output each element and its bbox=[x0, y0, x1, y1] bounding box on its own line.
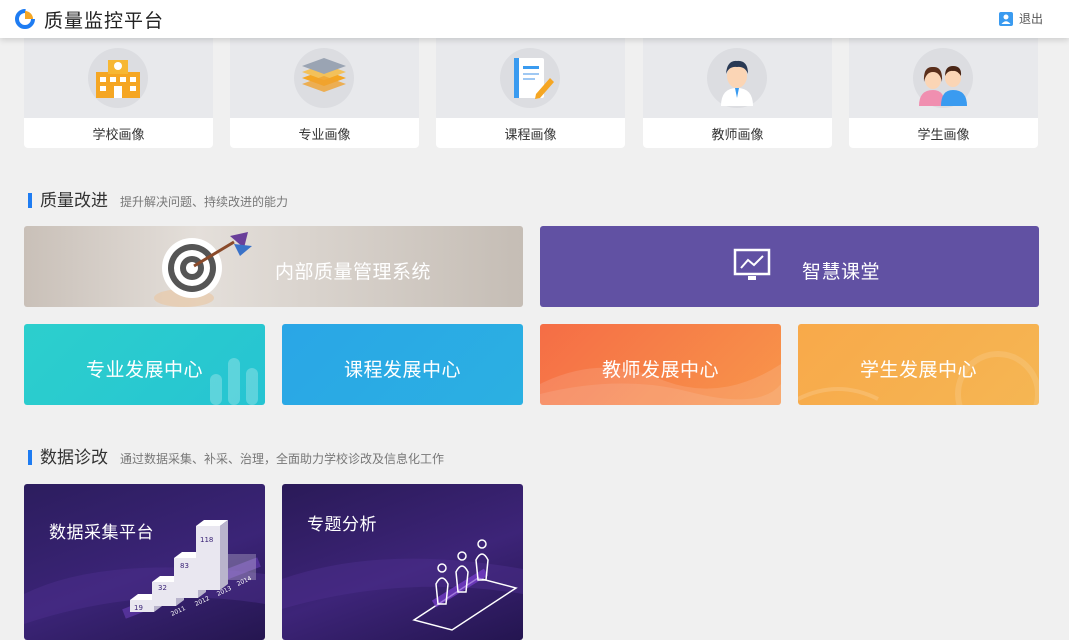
tile-course-development-center[interactable]: 课程发展中心 bbox=[282, 324, 523, 405]
monitor-chart-icon bbox=[733, 248, 771, 280]
user-icon bbox=[998, 11, 1013, 26]
tile-label: 专题分析 bbox=[307, 515, 377, 535]
section-accent-bar bbox=[28, 193, 32, 208]
target-hand-icon bbox=[154, 232, 252, 307]
tile-internal-quality-system[interactable]: 内部质量管理系统 bbox=[24, 226, 523, 307]
year-label: 2011 bbox=[170, 605, 187, 618]
tile-label: 智慧课堂 bbox=[802, 261, 881, 283]
tile-student-development-center[interactable]: 学生发展中心 bbox=[798, 324, 1039, 405]
section-quality-heading: 质量改进 提升解决问题、持续改进的能力 bbox=[28, 186, 288, 211]
section-data-heading: 数据诊改 通过数据采集、补采、治理，全面助力学校诊改及信息化工作 bbox=[28, 443, 444, 468]
tile-data-collection-platform[interactable]: 19 32 83 118 2011 2012 2013 2014 数据采集平台 bbox=[24, 484, 265, 640]
tile-label: 内部质量管理系统 bbox=[275, 261, 432, 283]
teacher-avatar-icon bbox=[721, 60, 753, 106]
tile-label: 学生发展中心 bbox=[860, 359, 978, 381]
tile-label: 课程发展中心 bbox=[344, 359, 462, 381]
school-building-icon bbox=[96, 60, 140, 98]
logout-label: 退出 bbox=[1018, 12, 1043, 26]
section-accent-bar bbox=[28, 450, 32, 465]
bar-chart-decoration-icon bbox=[210, 358, 258, 405]
layers-icon bbox=[302, 58, 346, 92]
section-title: 质量改进 bbox=[40, 191, 108, 211]
app-title: 质量监控平台 bbox=[44, 10, 165, 32]
portrait-label: 课程画像 bbox=[504, 128, 557, 143]
top-header: 质量监控平台 退出 bbox=[0, 0, 1069, 38]
people-platform-illustration bbox=[282, 539, 523, 631]
logo-icon bbox=[15, 9, 35, 29]
portrait-label: 学校画像 bbox=[92, 128, 145, 143]
portrait-card-major[interactable]: 专业画像 bbox=[230, 38, 419, 148]
portrait-label: 学生画像 bbox=[917, 128, 970, 143]
tile-topic-analysis[interactable]: 专题分析 bbox=[282, 484, 523, 640]
data-bars-illustration: 19 32 83 118 2011 2012 2013 2014 bbox=[24, 520, 265, 624]
tile-label: 教师发展中心 bbox=[602, 359, 720, 381]
tile-label: 专业发展中心 bbox=[86, 359, 204, 381]
tile-smart-classroom[interactable]: 智慧课堂 bbox=[540, 226, 1039, 307]
portrait-card-student[interactable]: 学生画像 bbox=[849, 38, 1038, 148]
tile-major-development-center[interactable]: 专业发展中心 bbox=[24, 324, 265, 405]
tile-label: 数据采集平台 bbox=[49, 523, 154, 543]
portrait-label: 专业画像 bbox=[298, 128, 351, 143]
portrait-card-teacher[interactable]: 教师画像 bbox=[643, 38, 832, 148]
section-description: 提升解决问题、持续改进的能力 bbox=[120, 195, 289, 209]
notebook-pen-icon bbox=[514, 58, 554, 99]
portrait-card-school[interactable]: 学校画像 bbox=[24, 38, 213, 148]
bar-value-label: 32 bbox=[158, 584, 167, 592]
logout-button[interactable]: 退出 bbox=[998, 10, 1043, 27]
section-description: 通过数据采集、补采、治理，全面助力学校诊改及信息化工作 bbox=[120, 452, 445, 466]
portrait-label: 教师画像 bbox=[711, 128, 764, 143]
bar-value-label: 19 bbox=[134, 604, 143, 612]
portrait-cards: 学校画像 专业画像 课程画像 教师画像 学生画像 bbox=[24, 38, 1039, 148]
section-title: 数据诊改 bbox=[40, 448, 108, 468]
tile-teacher-development-center[interactable]: 教师发展中心 bbox=[540, 324, 781, 405]
bar-value-label: 83 bbox=[180, 562, 189, 570]
students-avatar-icon bbox=[919, 66, 967, 106]
portrait-card-course[interactable]: 课程画像 bbox=[436, 38, 625, 148]
bar-value-label: 118 bbox=[200, 536, 213, 544]
bar-2014 bbox=[196, 520, 228, 590]
